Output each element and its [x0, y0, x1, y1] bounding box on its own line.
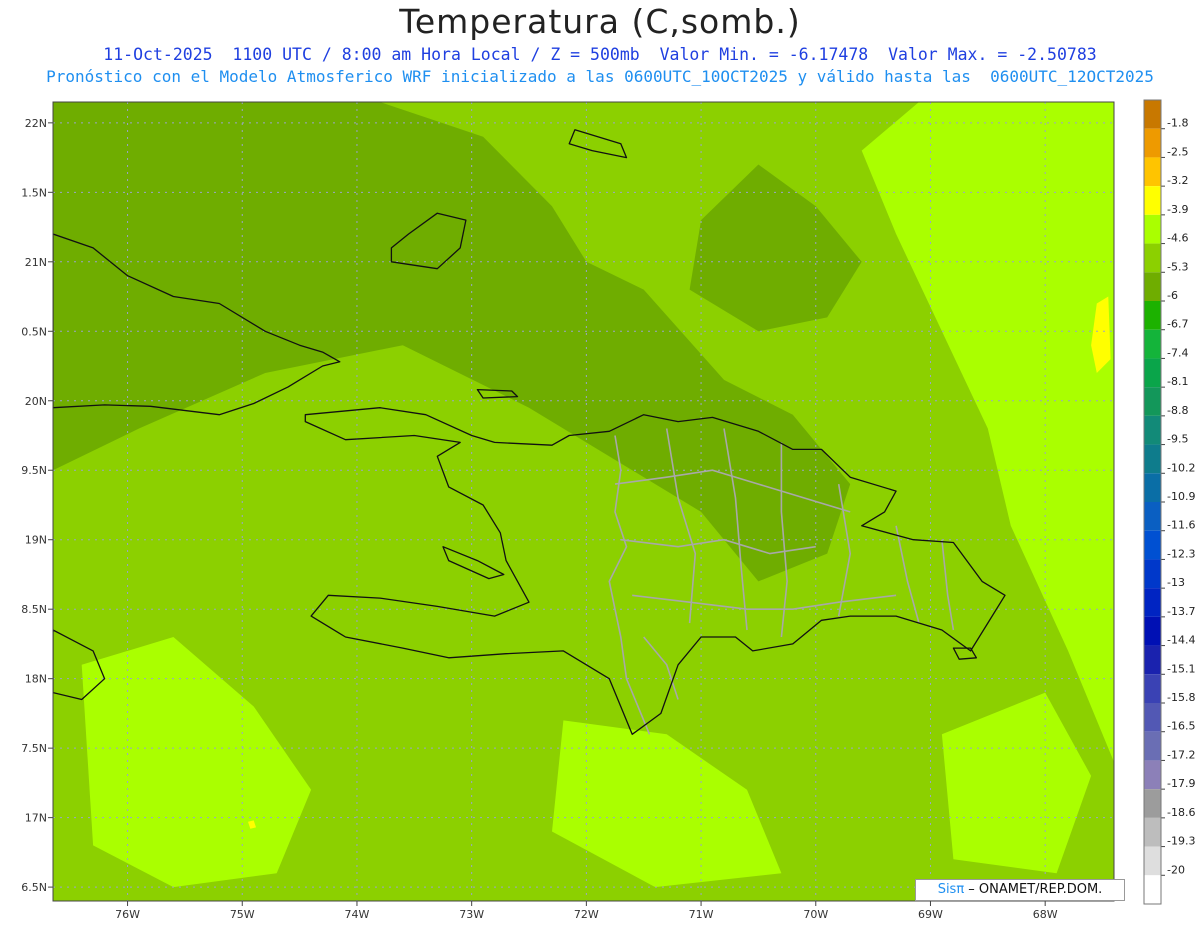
legend-swatch	[1144, 875, 1161, 904]
legend-swatch	[1144, 616, 1161, 646]
legend-label: -11.6	[1167, 519, 1195, 532]
legend-swatch	[1144, 243, 1161, 273]
legend-label: -4.6	[1167, 232, 1188, 245]
lon-tick-label: 72W	[574, 908, 599, 921]
legend-swatch	[1144, 186, 1161, 215]
legend-swatch	[1144, 444, 1161, 474]
legend-swatch	[1144, 128, 1161, 158]
legend-swatch	[1144, 301, 1161, 330]
lat-tick-label: 17N	[25, 812, 47, 825]
legend-label: -13.7	[1167, 605, 1195, 618]
legend-swatch	[1144, 731, 1161, 761]
legend-swatch	[1144, 760, 1161, 790]
lon-tick-label: 74W	[345, 908, 370, 921]
credit-box: Sisπ – ONAMET/REP.DOM.	[915, 879, 1125, 901]
lon-tick-label: 68W	[1033, 908, 1058, 921]
lat-tick-label: 22N	[25, 117, 47, 130]
legend-swatch	[1144, 846, 1161, 876]
legend-swatch	[1144, 674, 1161, 703]
legend-label: -15.1	[1167, 662, 1195, 675]
lat-tick-label: 19N	[25, 534, 47, 547]
legend-label: -8.8	[1167, 404, 1188, 417]
legend-label: -10.2	[1167, 461, 1195, 474]
lon-tick-label: 75W	[230, 908, 255, 921]
lat-tick-label: 21N	[25, 256, 47, 269]
plot-area	[52, 101, 1115, 902]
lat-tick-label: 18N	[25, 673, 47, 686]
lat-tick-label: 7.5N	[21, 742, 47, 755]
legend-label: -18.6	[1167, 806, 1195, 819]
lat-tick-label: 1.5N	[21, 186, 47, 199]
color-legend: -1.8 -2.5 -3.2 -3.9 -4.6 -5.3 -6 -6.7 -7.4 -8.1 -8…	[1143, 99, 1195, 905]
legend-label: -12.3	[1167, 547, 1195, 560]
legend-label: -17.2	[1167, 748, 1195, 761]
legend-label: -20	[1167, 863, 1185, 876]
legend-swatch	[1144, 645, 1161, 675]
legend-swatch	[1144, 473, 1161, 502]
lat-tick-label: 0.5N	[21, 325, 47, 338]
legend-label: -15.8	[1167, 691, 1195, 704]
legend-label: -3.9	[1167, 203, 1188, 216]
legend-label: -8.1	[1167, 375, 1188, 388]
lat-tick-label: 20N	[25, 395, 47, 408]
legend-label: -17.9	[1167, 777, 1195, 790]
lon-tick-label: 73W	[459, 908, 484, 921]
legend-swatch	[1144, 358, 1161, 388]
lat-tick-label: 9.5N	[21, 464, 47, 477]
legend-label: -7.4	[1167, 346, 1188, 359]
legend-label: -9.5	[1167, 433, 1188, 446]
credit-text: – ONAMET/REP.DOM.	[964, 882, 1103, 897]
legend-label: -5.3	[1167, 260, 1188, 273]
legend-swatch	[1144, 789, 1161, 818]
legend-swatch	[1144, 588, 1161, 617]
legend-swatch	[1144, 559, 1161, 589]
legend-label: -19.3	[1167, 835, 1195, 848]
legend-label: -16.5	[1167, 720, 1195, 733]
legend-swatch	[1144, 415, 1161, 445]
legend-swatch	[1144, 817, 1161, 847]
lon-tick-label: 69W	[918, 908, 943, 921]
legend-label: -14.4	[1167, 634, 1195, 647]
lat-tick-label: 8.5N	[21, 603, 47, 616]
legend-label: -6	[1167, 289, 1178, 302]
legend-swatch	[1144, 329, 1161, 359]
legend-swatch	[1144, 703, 1161, 732]
legend-swatch	[1144, 157, 1161, 187]
legend-swatch	[1144, 502, 1161, 531]
legend-label: -3.2	[1167, 174, 1188, 187]
legend-label: -1.8	[1167, 117, 1188, 130]
legend-swatch	[1144, 214, 1161, 244]
temperature-map: 22N 1.5N 21N 0.5N 20N 9.5N 19N 8.5N 18N 7.5N 17N 6.…	[21, 99, 1195, 921]
credit-brand: Sisπ	[937, 882, 965, 897]
legend-swatch	[1144, 100, 1161, 129]
legend-swatch	[1144, 272, 1161, 301]
lat-tick-label: 6.5N	[21, 881, 47, 894]
legend-label: -13	[1167, 576, 1185, 589]
legend-label: -10.9	[1167, 490, 1195, 503]
legend-label: -6.7	[1167, 318, 1188, 331]
legend-label: -2.5	[1167, 145, 1188, 158]
legend-swatch	[1144, 530, 1161, 560]
lon-tick-label: 76W	[115, 908, 140, 921]
legend-swatch	[1144, 387, 1161, 416]
lon-tick-label: 70W	[803, 908, 828, 921]
lon-tick-label: 71W	[689, 908, 714, 921]
